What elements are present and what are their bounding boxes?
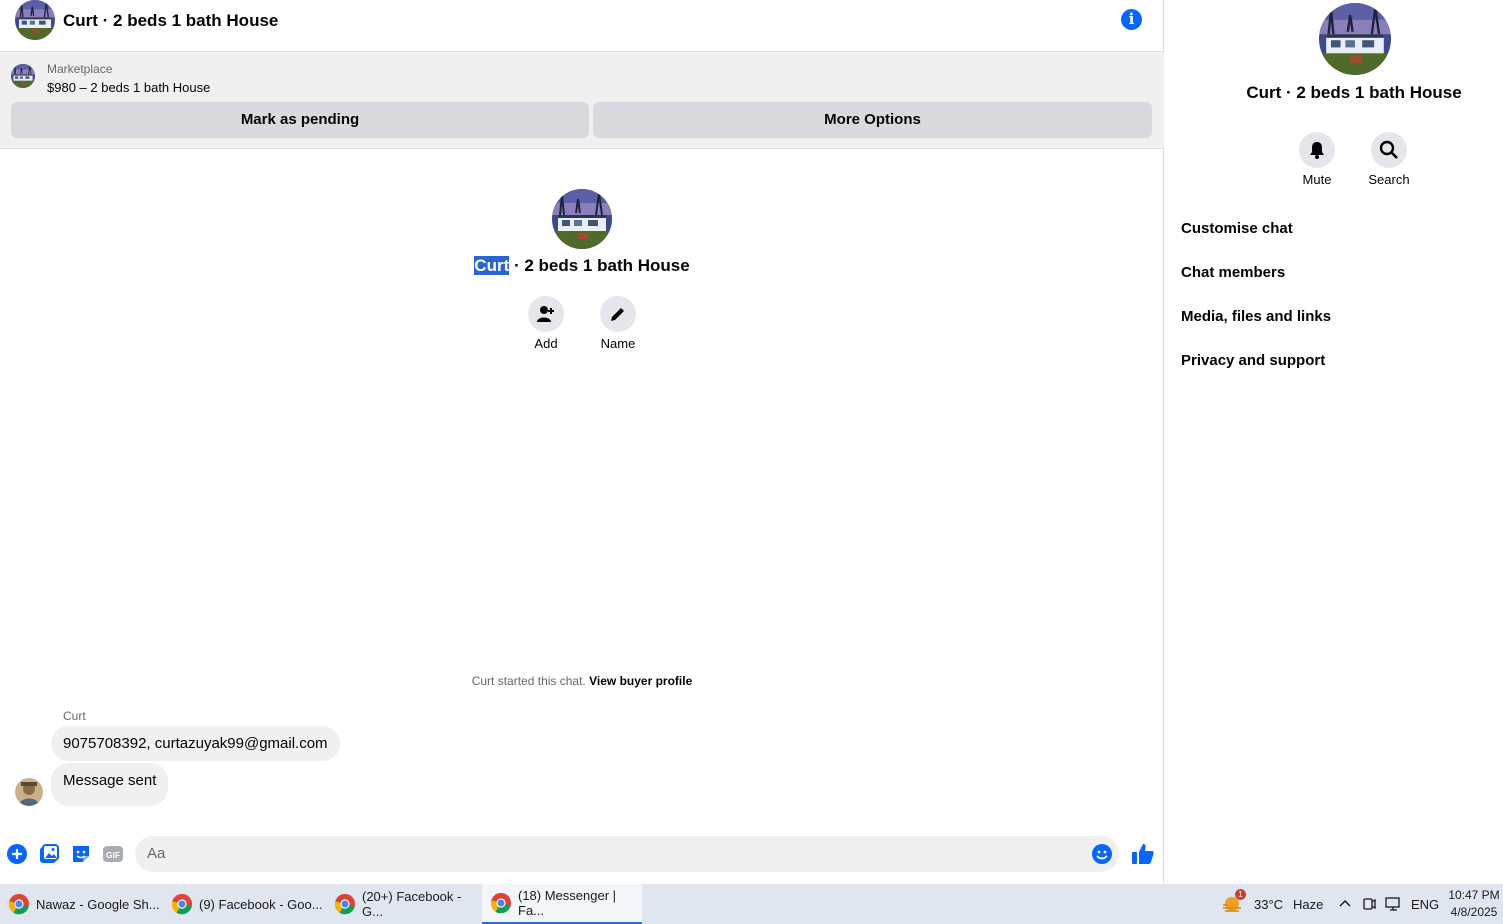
listing-price[interactable]: $980 – 2 beds 1 bath House — [47, 80, 210, 95]
meet-icon[interactable] — [1362, 896, 1376, 912]
weather-widget[interactable]: 1 33°C Haze — [1220, 884, 1323, 924]
sticker-icon[interactable] — [70, 843, 92, 865]
search-button[interactable] — [1371, 132, 1407, 168]
chat-pane: Curt · 2 beds 1 bath House i Marketplace… — [0, 0, 1164, 884]
mute-button[interactable] — [1299, 132, 1335, 168]
message-input[interactable]: Aa — [135, 836, 1119, 872]
network-icon[interactable] — [1385, 896, 1403, 912]
intro-name-rest: · 2 beds 1 bath House — [509, 256, 690, 275]
add-person-button[interactable] — [528, 296, 564, 332]
pencil-icon — [611, 308, 624, 321]
intro-name-highlight: Curt — [474, 256, 510, 275]
view-buyer-profile-link[interactable]: View buyer profile — [589, 674, 692, 688]
panel-title: Curt · 2 beds 1 bath House — [1246, 83, 1462, 102]
task-label: (20+) Facebook - G... — [362, 889, 462, 919]
menu-chat-members[interactable]: Chat members — [1181, 264, 1285, 281]
mute-label: Mute — [1302, 172, 1332, 187]
chevron-up-icon[interactable] — [1338, 898, 1352, 908]
language-indicator[interactable]: ENG — [1411, 884, 1439, 924]
message-bubble[interactable]: Message sent — [51, 763, 169, 806]
chat-avatar[interactable] — [15, 0, 55, 40]
more-options-button[interactable]: More Options — [593, 102, 1152, 138]
task-label: (9) Facebook - Goo... — [199, 896, 323, 912]
listing-thumbnail[interactable] — [11, 64, 35, 88]
started-text: Curt started this chat. — [471, 674, 586, 688]
taskbar-item-google-sheets[interactable]: Nawaz - Google Sh... — [0, 884, 160, 924]
search-icon — [1379, 140, 1398, 159]
task-label: Nawaz - Google Sh... — [36, 896, 160, 912]
weather-condition: Haze — [1293, 896, 1324, 912]
rename-button[interactable] — [600, 296, 636, 332]
search-label: Search — [1368, 172, 1410, 187]
chrome-icon — [490, 892, 512, 914]
weather-icon: 1 — [1220, 889, 1246, 916]
taskbar-item-messenger[interactable]: (18) Messenger | Fa... — [482, 884, 642, 924]
sender-avatar[interactable] — [15, 778, 43, 806]
like-icon[interactable] — [1131, 842, 1155, 866]
windows-taskbar: Nawaz - Google Sh... (9) Facebook - Goo.… — [0, 884, 1503, 924]
photo-icon[interactable] — [38, 843, 60, 865]
intro-title: Curt · 2 beds 1 bath House — [0, 256, 1164, 276]
menu-media-files-links[interactable]: Media, files and links — [1181, 308, 1331, 325]
menu-customise-chat[interactable]: Customise chat — [1181, 220, 1293, 237]
chat-title[interactable]: Curt · 2 beds 1 bath House — [63, 11, 278, 31]
marketplace-label: Marketplace — [47, 62, 113, 76]
info-icon[interactable]: i — [1121, 9, 1142, 30]
taskbar-item-facebook-9[interactable]: (9) Facebook - Goo... — [163, 884, 323, 924]
temperature: 33°C — [1254, 896, 1284, 912]
marketplace-banner: Marketplace $980 – 2 beds 1 bath House M… — [0, 52, 1164, 149]
panel-avatar[interactable] — [1319, 3, 1391, 75]
sender-name: Curt — [63, 709, 86, 723]
task-label: (18) Messenger | Fa... — [518, 888, 617, 918]
add-person-icon — [537, 306, 554, 322]
system-clock[interactable]: 10:47 PM 4/8/2025 — [1446, 887, 1502, 921]
menu-privacy-support[interactable]: Privacy and support — [1181, 352, 1325, 369]
bell-icon — [1310, 142, 1324, 159]
gif-icon-text: GIF — [106, 850, 120, 860]
intro-avatar — [552, 189, 612, 249]
chat-started-notice: Curt started this chat. View buyer profi… — [0, 674, 1164, 688]
chat-header: Curt · 2 beds 1 bath House i — [0, 0, 1164, 52]
chrome-icon — [334, 893, 356, 915]
plus-icon[interactable] — [6, 843, 28, 865]
emoji-icon[interactable] — [1091, 843, 1113, 865]
messenger-app: Curt · 2 beds 1 bath House i Marketplace… — [0, 0, 1503, 884]
mark-as-pending-button[interactable]: Mark as pending — [11, 102, 589, 138]
taskbar-item-facebook-20[interactable]: (20+) Facebook - G... — [326, 884, 479, 924]
gif-icon[interactable]: GIF — [102, 843, 124, 865]
message-composer: GIF Aa — [0, 834, 1164, 874]
weather-badge: 1 — [1235, 889, 1246, 900]
add-label: Add — [534, 336, 558, 351]
clock-date: 4/8/2025 — [1450, 905, 1498, 919]
conversation-info-panel: Curt · 2 beds 1 bath House Mute Search C… — [1165, 0, 1503, 884]
chrome-icon — [171, 893, 193, 915]
message-bubble[interactable]: 9075708392, curtazuyak99@gmail.com — [51, 726, 340, 761]
chrome-icon — [8, 893, 30, 915]
clock-time: 10:47 PM — [1448, 888, 1500, 902]
name-label: Name — [600, 336, 636, 351]
